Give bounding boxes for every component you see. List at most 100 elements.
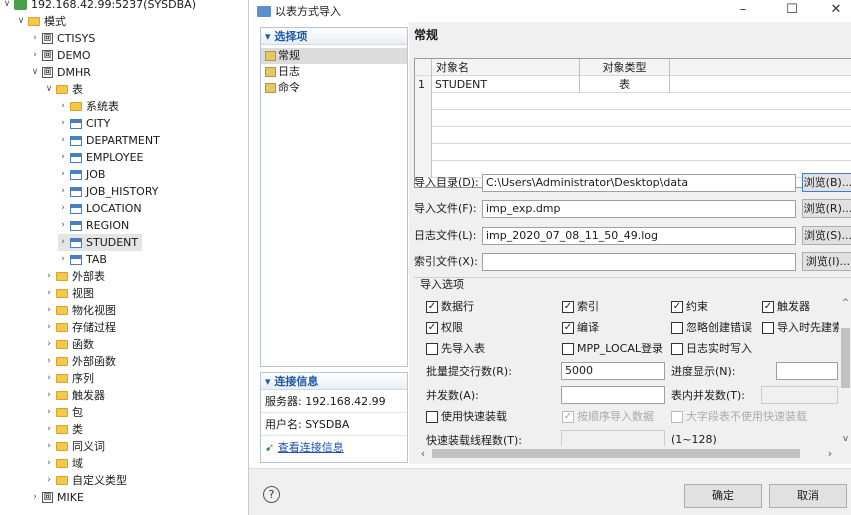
cancel-button[interactable]: 取消 xyxy=(769,484,847,508)
chevron-right-icon[interactable]: › xyxy=(58,149,68,166)
tree-node-table[interactable]: › LOCATION xyxy=(58,200,141,217)
chevron-right-icon[interactable]: › xyxy=(58,166,68,183)
tree-node-folder[interactable]: › 外部表 xyxy=(44,268,105,285)
import-dir-input[interactable]: C:\Users\Administrator\Desktop\data xyxy=(482,174,796,192)
scroll-down-icon[interactable]: v xyxy=(839,432,851,446)
tree-node-table[interactable]: › CITY xyxy=(58,115,110,132)
tree-node-folder[interactable]: › 类 xyxy=(44,421,83,438)
chevron-right-icon[interactable]: › xyxy=(44,404,54,421)
chevron-down-icon[interactable]: ∨ xyxy=(2,0,12,13)
chevron-right-icon[interactable]: › xyxy=(58,217,68,234)
chevron-right-icon[interactable]: › xyxy=(44,387,54,404)
progress-input[interactable] xyxy=(776,362,838,380)
checkbox-import-table-first[interactable]: 先导入表 xyxy=(426,341,485,357)
tree-node-folder[interactable]: › 物化视图 xyxy=(44,302,116,319)
tree-node-folder[interactable]: › 包 xyxy=(44,404,83,421)
tree-node-folder[interactable]: › 外部函数 xyxy=(44,353,116,370)
chevron-right-icon[interactable]: › xyxy=(44,319,54,336)
chevron-right-icon[interactable]: › xyxy=(58,132,68,149)
scroll-left-icon[interactable]: ‹ xyxy=(416,446,430,461)
chevron-right-icon[interactable]: › xyxy=(44,285,54,302)
tree-node-folder[interactable]: › 域 xyxy=(44,455,83,472)
chevron-right-icon[interactable]: › xyxy=(58,200,68,217)
chevron-right-icon[interactable]: › xyxy=(58,98,68,115)
checkbox-compile[interactable]: ✓ 编译 xyxy=(562,320,599,336)
table-row[interactable]: 1 STUDENT 表 xyxy=(415,76,851,93)
checkbox-empty-icon[interactable] xyxy=(762,322,774,334)
scroll-thumb[interactable] xyxy=(841,328,850,388)
tree-node-table[interactable]: › REGION xyxy=(58,217,129,234)
minimize-button[interactable]: – xyxy=(726,0,760,22)
tree-node-schema[interactable]: › 回 DEMO xyxy=(30,47,90,64)
checkbox-fast-load[interactable]: 使用快速装载 xyxy=(426,409,507,425)
tree-node-schema[interactable]: › 回 MIKE xyxy=(30,489,84,506)
checkbox-empty-icon[interactable] xyxy=(671,411,683,423)
chevron-right-icon[interactable]: › xyxy=(44,438,54,455)
checkbox-index[interactable]: ✓ 索引 xyxy=(562,299,599,315)
vertical-scrollbar[interactable]: ^ v xyxy=(839,296,851,446)
checkbox-mpp-local[interactable]: MPP_LOCAL登录 xyxy=(562,341,663,357)
tree-node-folder[interactable]: › 触发器 xyxy=(44,387,105,404)
grid-header[interactable]: 对象名 xyxy=(432,59,580,76)
tree-node-table[interactable]: › JOB_HISTORY xyxy=(58,183,158,200)
tree-node-folder[interactable]: › 函数 xyxy=(44,336,94,353)
tree-node-folder[interactable]: › 视图 xyxy=(44,285,94,302)
checkbox-checked-icon[interactable]: ✓ xyxy=(562,322,574,334)
ok-button[interactable]: 确定 xyxy=(684,484,762,508)
chevron-right-icon[interactable]: › xyxy=(58,183,68,200)
chevron-right-icon[interactable]: › xyxy=(44,421,54,438)
scroll-up-icon[interactable]: ^ xyxy=(839,296,851,310)
checkbox-empty-icon[interactable] xyxy=(671,343,683,355)
checkbox-checked-icon[interactable]: ✓ xyxy=(762,301,774,313)
checkbox-ignore-errors[interactable]: 忽略创建错误 xyxy=(671,320,752,336)
tree-node-table-selected[interactable]: › STUDENT xyxy=(58,234,143,251)
checkbox-checked-icon[interactable]: ✓ xyxy=(671,301,683,313)
chevron-right-icon[interactable]: › xyxy=(58,234,68,251)
chevron-right-icon[interactable]: › xyxy=(44,370,54,387)
browse-log-button[interactable]: 浏览(S)... xyxy=(802,226,851,245)
options-header[interactable]: ▾ 选择项 xyxy=(261,28,407,45)
browse-dir-button[interactable]: 浏览(B)... xyxy=(802,173,851,192)
tree-node-table[interactable]: › JOB xyxy=(58,166,105,183)
scroll-thumb[interactable] xyxy=(432,449,800,458)
chevron-down-icon[interactable]: ∨ xyxy=(16,13,26,30)
chevron-right-icon[interactable]: › xyxy=(44,472,54,489)
chevron-right-icon[interactable]: › xyxy=(44,302,54,319)
checkbox-empty-icon[interactable] xyxy=(426,343,438,355)
chevron-right-icon[interactable]: › xyxy=(44,455,54,472)
chevron-right-icon[interactable]: › xyxy=(58,251,68,268)
checkbox-empty-icon[interactable] xyxy=(671,322,683,334)
tree-node-system-tables[interactable]: › 系统表 xyxy=(58,98,119,115)
cell-object-type[interactable]: 表 xyxy=(580,76,670,93)
close-button[interactable]: ✕ xyxy=(819,0,851,22)
tree-node-folder[interactable]: › 自定义类型 xyxy=(44,472,127,489)
browse-file-button[interactable]: 浏览(R)... xyxy=(802,199,851,218)
chevron-right-icon[interactable]: › xyxy=(44,353,54,370)
chevron-right-icon[interactable]: › xyxy=(58,115,68,132)
tree-node-server[interactable]: ∨ 192.168.42.99:5237(SYSDBA) xyxy=(2,0,196,13)
scroll-right-icon[interactable]: › xyxy=(823,446,837,461)
checkbox-big-field[interactable]: 大字段表不使用快速装载 xyxy=(671,409,807,425)
option-log[interactable]: 日志 xyxy=(261,64,407,80)
cell-object-name[interactable]: STUDENT xyxy=(432,76,580,93)
chevron-right-icon[interactable]: › xyxy=(44,268,54,285)
tree-node-schema[interactable]: ∨ 回 DMHR xyxy=(30,64,91,81)
checkbox-checked-icon[interactable]: ✓ xyxy=(562,301,574,313)
tree-node-folder[interactable]: › 存储过程 xyxy=(44,319,116,336)
checkbox-privilege[interactable]: ✓ 权限 xyxy=(426,320,463,336)
browse-index-button[interactable]: 浏览(I)... xyxy=(802,252,851,271)
import-file-input[interactable]: imp_exp.dmp xyxy=(482,200,796,218)
tree-node-schema[interactable]: › 回 CTISYS xyxy=(30,30,95,47)
option-command[interactable]: 命令 xyxy=(261,80,407,96)
checkbox-checked-icon[interactable]: ✓ xyxy=(426,301,438,313)
table-parallel-input[interactable] xyxy=(761,386,838,404)
checkbox-checked-icon[interactable]: ✓ xyxy=(426,322,438,334)
connection-header[interactable]: ▾ 连接信息 xyxy=(261,373,407,390)
batch-commit-input[interactable]: 5000 xyxy=(561,362,665,380)
checkbox-rows[interactable]: ✓ 数据行 xyxy=(426,299,474,315)
checkbox-empty-icon[interactable] xyxy=(562,343,574,355)
chevron-down-icon[interactable]: ∨ xyxy=(30,64,40,81)
checkbox-empty-icon[interactable] xyxy=(426,411,438,423)
index-file-input[interactable] xyxy=(482,253,796,271)
chevron-right-icon[interactable]: › xyxy=(30,489,40,506)
